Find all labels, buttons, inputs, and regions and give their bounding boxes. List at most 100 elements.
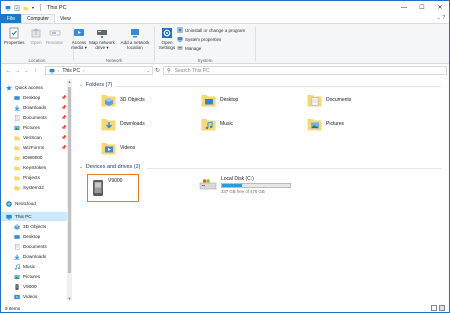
this-pc-icon [5, 5, 11, 10]
device-v9000[interactable]: V9000 [87, 174, 139, 202]
scroll-down-icon[interactable]: ▼ [67, 296, 72, 301]
manage-button[interactable]: Manage [177, 45, 201, 51]
nav-item-projects[interactable]: Projects [14, 173, 40, 182]
breadcrumb[interactable]: This PC [62, 68, 80, 74]
nav-item-desktop[interactable]: Desktop [14, 93, 40, 102]
pin-icon[interactable]: 📌 [61, 115, 67, 121]
scrollbar-thumb[interactable] [68, 87, 71, 273]
open-button[interactable]: Open [30, 27, 42, 45]
device-local-disk[interactable]: Local Disk (C:) 337 GB free of 476 GB [199, 176, 291, 194]
collapse-chevron-icon[interactable]: ⌄ [79, 82, 83, 88]
nav-item-pc-videos[interactable]: Videos [14, 292, 37, 301]
search-box[interactable]: ⚲ Search This PC [163, 66, 447, 75]
large-icons-view-icon[interactable] [439, 305, 445, 311]
folder-item[interactable]: 3D Objects [101, 93, 145, 107]
refresh-icon[interactable]: ↻ [155, 67, 160, 74]
folders-section-header[interactable]: ⌄ Folders (7) [79, 82, 112, 88]
collapse-chevron-icon[interactable]: ⌄ [79, 164, 83, 170]
pictures-icon [307, 119, 322, 131]
breadcrumb-chevron-icon[interactable]: › [83, 68, 84, 73]
nav-item-veriscan[interactable]: VeriScan [14, 133, 42, 142]
pin-icon[interactable]: 📌 [61, 105, 67, 111]
folder-label: Downloads [120, 121, 145, 127]
file-explorer-window: ▾ This PC — ☐ ✕ File Computer View ⌄ ? P… [0, 0, 450, 313]
chevron-down-icon[interactable]: ▾ [32, 5, 38, 11]
nav-item-pc-documents[interactable]: Documents [14, 242, 47, 251]
nav-item-idw9000[interactable]: IDW9000 [14, 153, 43, 162]
forward-arrow-icon[interactable]: → [13, 68, 22, 74]
nav-item-documents[interactable]: Documents [14, 113, 47, 122]
address-dropdown-icon[interactable]: ⌄ [147, 68, 150, 73]
nav-label: Pictures [23, 125, 40, 130]
properties-icon[interactable] [14, 4, 20, 11]
devices-section-header[interactable]: ⌄ Devices and drives (2) [79, 164, 141, 170]
properties-label: Properties [4, 40, 25, 45]
nav-this-pc[interactable]: This PC [1, 212, 67, 221]
tab-computer[interactable]: Computer [21, 14, 55, 23]
address-bar[interactable]: › This PC › ⌄ [45, 66, 153, 75]
downloads-icon [101, 119, 116, 131]
nav-nextcloud[interactable]: Nextcloud [6, 199, 36, 208]
scroll-up-icon[interactable]: ▲ [67, 79, 72, 84]
downloads-icon [14, 105, 20, 111]
close-button[interactable]: ✕ [431, 1, 449, 14]
nav-item-pc-downloads[interactable]: Downloads [14, 252, 46, 261]
open-settings-button[interactable]: Open Settings [157, 27, 177, 50]
search-icon: ⚲ [167, 67, 171, 74]
rename-button[interactable]: Rename [46, 27, 63, 45]
nav-item-downloads[interactable]: Downloads [14, 103, 46, 112]
drive-usage-bar [221, 183, 291, 188]
pin-icon[interactable]: 📌 [61, 135, 67, 141]
nav-item-pc-pictures[interactable]: Pictures [14, 272, 40, 281]
nav-quick-access[interactable]: Quick access [6, 83, 43, 92]
add-network-location-button[interactable]: Add a network location [118, 27, 152, 50]
system-properties-button[interactable]: System properties [177, 36, 221, 42]
nav-item-keystrokes[interactable]: Keystrokes [14, 163, 46, 172]
folder-item[interactable]: Desktop [201, 93, 238, 107]
folder-icon [14, 185, 20, 190]
breadcrumb-chevron-icon[interactable]: › [58, 68, 59, 73]
details-view-icon[interactable] [431, 305, 437, 311]
search-input[interactable]: Search This PC [175, 68, 210, 74]
nav-label: VeriScan [23, 135, 42, 140]
open-icon [31, 28, 41, 38]
nav-label: IDW9000 [23, 155, 43, 160]
folder-item[interactable]: Pictures [307, 117, 344, 131]
open-settings-label: Open Settings [158, 40, 176, 50]
nav-item-pc-music[interactable]: Music [14, 262, 35, 271]
folder-item[interactable]: Documents [307, 93, 351, 107]
nav-item-v9000[interactable]: V9000 [14, 282, 37, 291]
minimize-button[interactable]: — [395, 1, 413, 14]
nav-item-3d-objects[interactable]: 3D Objects [14, 222, 46, 231]
pin-icon[interactable]: 📌 [61, 95, 67, 101]
recent-locations-icon[interactable]: ⌄ [22, 68, 31, 73]
folder-item[interactable]: Music [201, 117, 233, 131]
section-divider [115, 86, 441, 87]
pin-icon[interactable]: 📌 [61, 145, 67, 151]
hard-drive-icon [199, 179, 217, 190]
folder-item[interactable]: Downloads [101, 117, 145, 131]
add-network-location-label: Add a network location [120, 40, 150, 50]
nav-item-system32[interactable]: System32 [14, 183, 44, 192]
pin-icon[interactable]: 📌 [61, 125, 67, 131]
nav-label: Pictures [23, 274, 40, 279]
folder-item[interactable]: Videos [101, 141, 135, 155]
nav-item-pictures[interactable]: Pictures [14, 123, 40, 132]
folder-label: Pictures [326, 121, 345, 127]
up-arrow-icon[interactable]: ↑ [31, 68, 40, 74]
nav-scrollbar[interactable]: ▲ ▼ [67, 79, 72, 301]
system-properties-label: System properties [185, 36, 222, 42]
tab-view[interactable]: View [55, 14, 76, 23]
new-folder-icon[interactable] [23, 5, 29, 11]
nav-item-wizforms[interactable]: WizForms [14, 143, 44, 152]
map-network-drive-button[interactable]: Map network drive ▾ [88, 27, 116, 50]
nav-label: Keystrokes [23, 165, 47, 170]
uninstall-program-button[interactable]: Uninstall or change a program [177, 27, 245, 33]
tab-file[interactable]: File [1, 14, 21, 23]
nav-item-pc-desktop[interactable]: Desktop [14, 232, 40, 241]
back-arrow-icon[interactable]: ← [4, 68, 13, 74]
navigation-pane: Quick access Desktop 📌 Downloads 📌 Docum… [1, 79, 73, 301]
maximize-button[interactable]: ☐ [413, 1, 431, 14]
ribbon-expand-icon[interactable]: ⌄ ? [437, 15, 445, 21]
properties-button[interactable]: Properties [4, 27, 25, 45]
